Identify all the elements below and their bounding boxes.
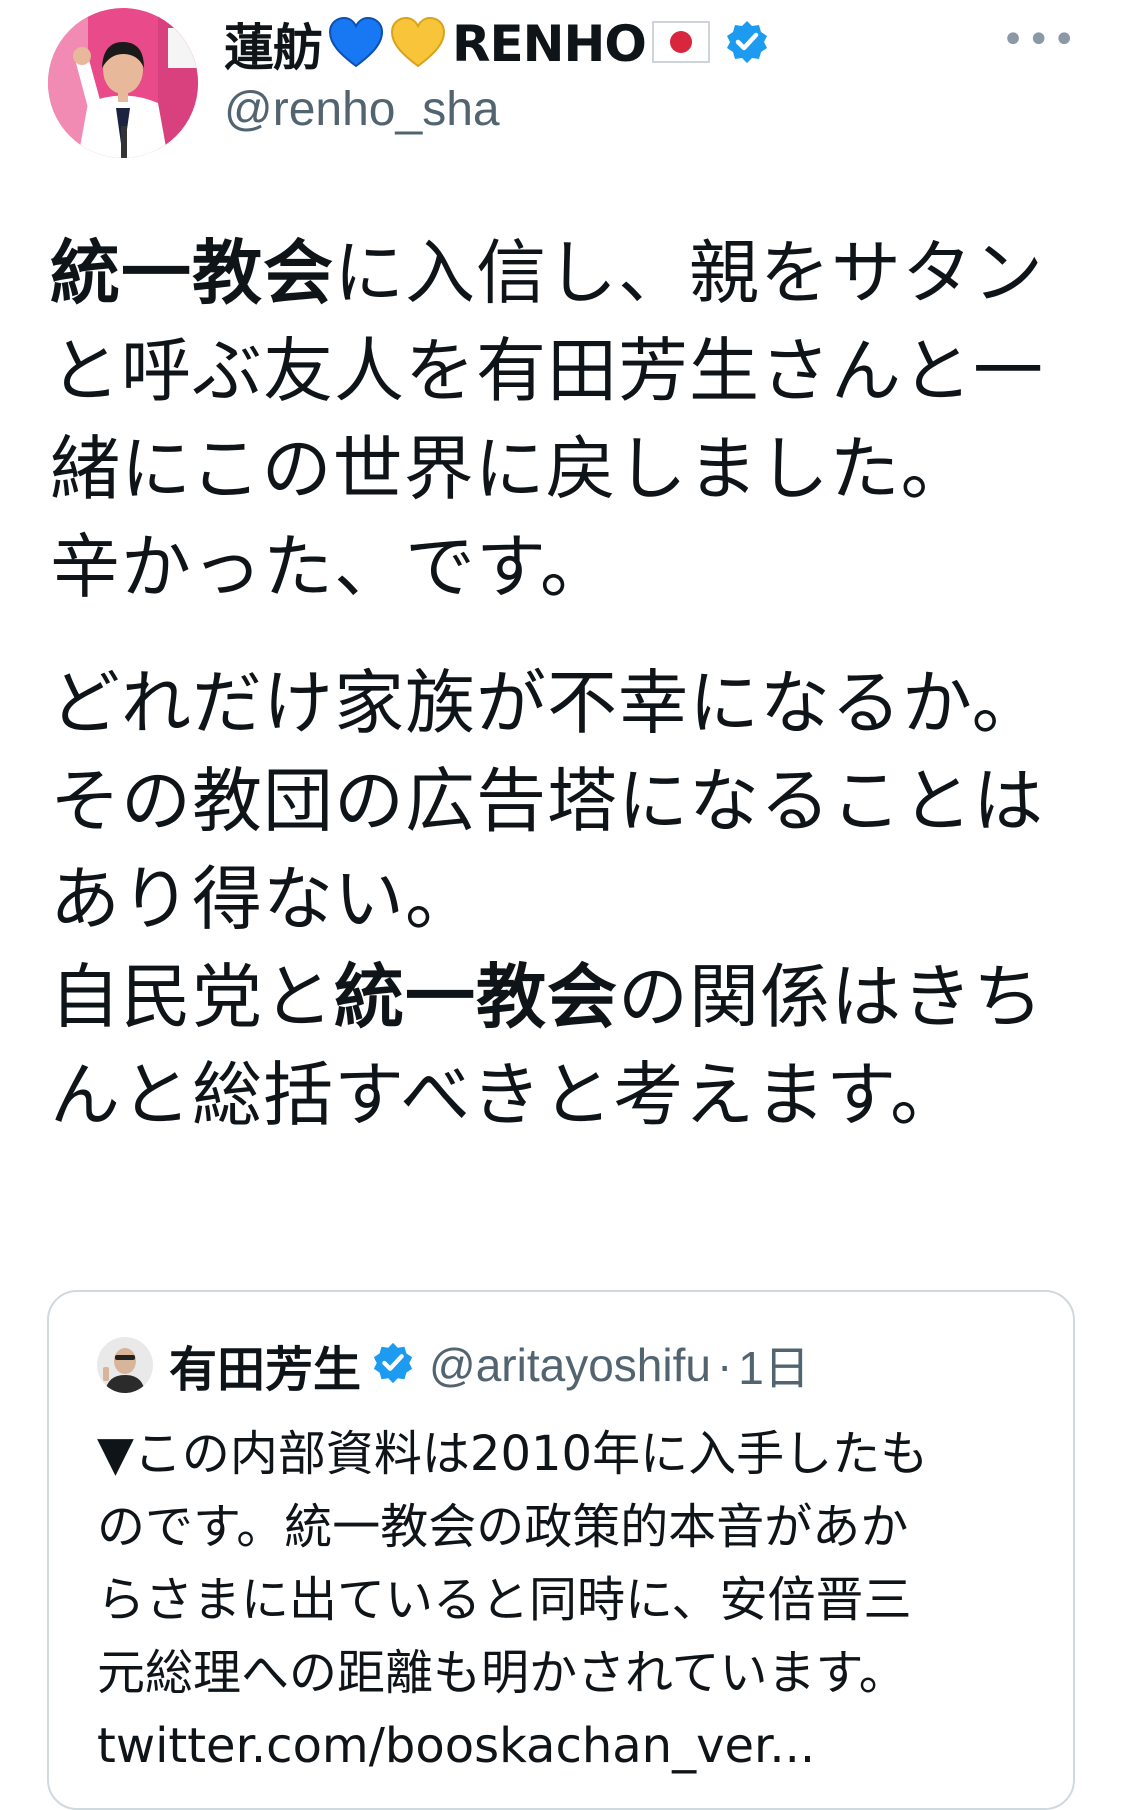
author-name-row[interactable]: 蓮舫 RENHO: [224, 8, 770, 80]
quoted-tweet-text: ▼この内部資料は2010年に入手したも のです。統一教会の政策的本音があか らさ…: [97, 1418, 1037, 1783]
quoted-author-name[interactable]: 有田芳生: [169, 1330, 361, 1400]
tweet-line-text: 自民党と: [50, 956, 334, 1038]
yellow-heart-icon: [390, 16, 446, 72]
tweet-bold-text: 統一教会: [50, 232, 334, 314]
tweet-line: 辛かった、です。: [50, 518, 1080, 616]
tweet-line: どれだけ家族が不幸になるか。: [50, 662, 1043, 744]
quoted-tweet-card[interactable]: 有田芳生 @aritayoshifu · 1日 ▼この内部資料は2010年に入手…: [47, 1290, 1075, 1810]
tweet-bold-text: 統一教会: [334, 956, 618, 1038]
tweet-line: あり得ない。: [50, 858, 476, 940]
more-options-icon[interactable]: •••: [1001, 20, 1078, 60]
tweet-line: んと総括すべきと考えます。: [50, 1054, 962, 1136]
tweet-line-text: 緒にこの世界に戻しました。: [50, 428, 972, 510]
quoted-tweet-header: 有田芳生 @aritayoshifu · 1日: [97, 1332, 810, 1398]
tweet-text: 統一教会に入信し、親をサタン と呼ぶ友人を有田芳生さんと一 緒にこの世界に戻しま…: [50, 224, 1080, 1144]
tweet-line-text: 辛かった、です。: [50, 526, 611, 608]
quoted-author-handle[interactable]: @aritayoshifu: [429, 1338, 711, 1392]
tweet-line: と呼ぶ友人を有田芳生さんと一: [50, 322, 1080, 420]
japan-flag-icon: [651, 21, 710, 67]
tweet-line-text: に入信し、親をサタン: [334, 232, 1044, 314]
tweet-line: 自民党と統一教会の関係はきち: [50, 948, 1080, 1046]
tweet-line: 緒にこの世界に戻しました。: [50, 420, 1080, 518]
quoted-tweet-time[interactable]: 1日: [738, 1332, 810, 1398]
blue-heart-icon: [328, 16, 384, 72]
author-display-name-part1: 蓮舫: [224, 19, 323, 77]
author-display-name-part2: RENHO: [452, 15, 647, 73]
separator-dot: ·: [716, 1339, 733, 1391]
tweet-line: 統一教会に入信し、親をサタン: [50, 224, 1080, 322]
quoted-tweet-link[interactable]: twitter.com/booskachan_ver...: [97, 1710, 1037, 1783]
verified-badge-icon: [724, 19, 770, 69]
tweet-line-text: の関係はきち: [618, 956, 1044, 1038]
quoted-line: ▼この内部資料は2010年に入手したも: [97, 1426, 929, 1482]
tweet-line-text: と呼ぶ友人を有田芳生さんと一: [50, 330, 1044, 412]
quoted-line: らさまに出ていると同時に、安倍晋三: [97, 1572, 912, 1628]
tweet-header: 蓮舫 RENHO @renho_sha •••: [48, 8, 1078, 158]
author-handle[interactable]: @renho_sha: [224, 82, 500, 137]
quoted-line: 元総理への距離も明かされています。: [97, 1645, 907, 1701]
tweet-line: その教団の広告塔になることは: [50, 760, 1044, 842]
verified-badge-icon: [371, 1341, 415, 1389]
author-avatar[interactable]: [48, 8, 198, 158]
quoted-author-avatar[interactable]: [97, 1337, 153, 1393]
quoted-line: のです。統一教会の政策的本音があか: [97, 1499, 909, 1555]
